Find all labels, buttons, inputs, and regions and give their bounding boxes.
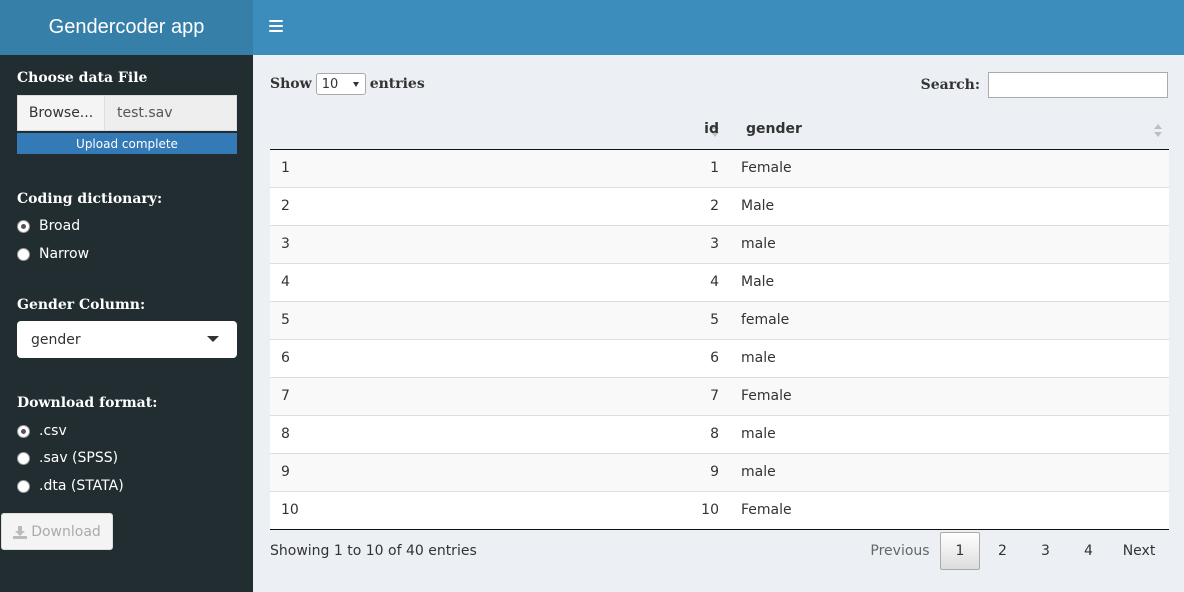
radio-narrow[interactable]: Narrow	[17, 246, 89, 262]
cell-rownum: 7	[270, 376, 430, 415]
radio-unchecked-icon[interactable]	[17, 247, 30, 261]
column-header-id[interactable]: id	[430, 110, 728, 150]
cell-id: 10	[430, 490, 728, 530]
data-table: id gender 1 1 Female 2 2 Male 3 3 male 4 4 Male 5 5 fe…	[270, 110, 1169, 530]
sort-icon[interactable]	[711, 124, 719, 138]
radio-unchecked-icon[interactable]	[17, 451, 30, 465]
cell-rownum: 1	[281, 160, 290, 176]
cell-id: 1	[710, 160, 719, 176]
cell-rownum: 3	[270, 224, 430, 263]
download-button[interactable]: Download	[1, 513, 113, 550]
table-row[interactable]: 10 10 Female	[270, 490, 1169, 530]
radio-unchecked-icon[interactable]	[17, 479, 30, 493]
sidebar: Choose data File Browse... test.sav Uplo…	[0, 55, 253, 592]
page-button-4[interactable]: 4	[1067, 532, 1110, 570]
search-label: Search:	[920, 77, 980, 93]
page-button-3[interactable]: 3	[1024, 532, 1067, 570]
cell-rownum: 8	[270, 414, 430, 453]
download-icon	[13, 525, 28, 539]
table-row[interactable]: 9 9 male	[270, 452, 1169, 491]
page-button-2[interactable]: 2	[981, 532, 1024, 570]
coding-dictionary-label: Coding dictionary:	[17, 191, 163, 207]
next-page-button[interactable]: Next	[1110, 532, 1168, 570]
column-header-gender[interactable]: gender	[728, 110, 1169, 150]
radio-checked-icon[interactable]	[17, 424, 30, 438]
table-row[interactable]: 3 3 male	[270, 224, 1169, 263]
cell-id: 9	[430, 452, 728, 491]
cell-gender: Female	[728, 490, 1169, 530]
file-name-field[interactable]: test.sav	[105, 95, 237, 131]
gender-column-label: Gender Column:	[17, 297, 146, 313]
show-label: Show	[270, 76, 312, 92]
hamburger-menu-icon[interactable]	[269, 19, 283, 33]
table-header-row: id gender	[270, 110, 1169, 150]
upload-progress-bar: Upload complete	[17, 133, 237, 154]
radio-dta[interactable]: .dta (STATA)	[17, 478, 124, 494]
table-row[interactable]: 2 2 Male	[270, 186, 1169, 225]
cell-gender: male	[728, 414, 1169, 453]
gender-column-select[interactable]: gender	[17, 321, 237, 358]
cell-id: 7	[430, 376, 728, 415]
cell-rownum: 4	[270, 262, 430, 301]
cell-gender: female	[728, 300, 1169, 339]
table-row[interactable]: 6 6 male	[270, 338, 1169, 377]
table-row[interactable]: 7 7 Female	[270, 376, 1169, 415]
table-row[interactable]: 5 5 female	[270, 300, 1169, 339]
entries-label: entries	[369, 76, 425, 92]
radio-label: .sav (SPSS)	[39, 450, 119, 466]
main-content: Show 10 entries Search: id gender 1 1 Fem…	[253, 55, 1184, 592]
radio-checked-icon[interactable]	[17, 219, 30, 233]
radio-broad[interactable]: Broad	[17, 218, 80, 234]
cell-rownum: 2	[270, 186, 430, 225]
cell-gender: Male	[728, 186, 1169, 225]
caret-down-icon	[352, 82, 359, 87]
radio-sav[interactable]: .sav (SPSS)	[17, 450, 118, 466]
radio-label: Broad	[39, 218, 81, 234]
column-header-label: gender	[746, 121, 802, 138]
radio-label: Narrow	[39, 246, 90, 262]
cell-gender: Male	[728, 262, 1169, 301]
cell-id: 4	[430, 262, 728, 301]
search-input[interactable]	[988, 72, 1168, 98]
browse-button[interactable]: Browse...	[17, 95, 105, 131]
table-info: Showing 1 to 10 of 40 entries	[270, 543, 477, 559]
file-input: Browse... test.sav	[17, 95, 237, 131]
previous-page-button[interactable]: Previous	[860, 532, 940, 570]
cell-rownum: 6	[270, 338, 430, 377]
table-row[interactable]: 4 4 Male	[270, 262, 1169, 301]
sort-icon[interactable]	[1154, 124, 1162, 138]
page-length-value: 10	[321, 76, 339, 92]
download-format-label: Download format:	[17, 395, 158, 411]
download-label: Download	[31, 523, 101, 540]
column-header-rownum	[270, 110, 430, 150]
radio-csv[interactable]: .csv	[17, 423, 67, 439]
gender-column-value: gender	[31, 331, 81, 348]
cell-id: 3	[430, 224, 728, 263]
caret-down-icon	[207, 336, 219, 342]
cell-rownum: 9	[270, 452, 430, 491]
pagination: Previous 1 2 3 4 Next	[860, 532, 1168, 570]
page-length-control: Show 10 entries	[270, 73, 425, 95]
cell-gender: male	[728, 338, 1169, 377]
cell-gender: male	[728, 224, 1169, 263]
table-row[interactable]: 8 8 male	[270, 414, 1169, 453]
cell-gender: Female	[728, 376, 1169, 415]
cell-id: 8	[430, 414, 728, 453]
cell-rownum: 10	[270, 490, 430, 530]
page-button-1[interactable]: 1	[940, 532, 980, 570]
top-navbar	[253, 0, 1184, 55]
cell-id: 2	[430, 186, 728, 225]
cell-gender: male	[728, 452, 1169, 491]
radio-label: .dta (STATA)	[39, 478, 124, 494]
file-input-label: Choose data File	[17, 70, 148, 86]
app-logo[interactable]: Gendercoder app	[0, 0, 253, 55]
cell-id: 6	[430, 338, 728, 377]
cell-gender: Female	[741, 160, 792, 176]
search-control: Search:	[921, 72, 1168, 98]
cell-rownum: 5	[270, 300, 430, 339]
page-length-select[interactable]: 10	[315, 73, 366, 95]
table-row[interactable]: 1 1 Female	[270, 149, 1169, 187]
cell-id: 5	[430, 300, 728, 339]
radio-label: .csv	[39, 423, 67, 439]
